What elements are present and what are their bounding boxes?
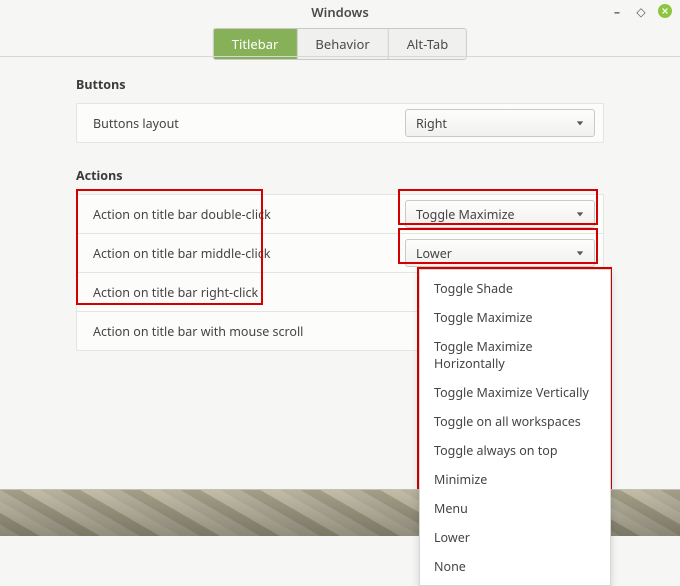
maximize-icon[interactable]: ◇ [634, 4, 648, 18]
combo-buttons-layout-value: Right [416, 115, 447, 132]
dropdown-option[interactable]: Toggle Maximize Vertically [420, 378, 610, 407]
label-action-mouse-scroll: Action on title bar with mouse scroll [77, 323, 405, 340]
dropdown-option[interactable]: Minimize [420, 465, 610, 494]
dropdown-option[interactable]: Toggle always on top [420, 436, 610, 465]
window-title: Windows [311, 3, 368, 21]
section-title-buttons: Buttons [76, 76, 604, 93]
combo-action-double-click-value: Toggle Maximize [416, 206, 515, 223]
tab-titlebar[interactable]: Titlebar [214, 29, 298, 59]
dropdown-popup-action-right-click: Toggle Shade Toggle Maximize Toggle Maxi… [419, 269, 611, 586]
row-buttons-layout: Buttons layout Right [77, 104, 603, 142]
chevron-down-icon [576, 210, 584, 218]
chevron-down-icon [576, 249, 584, 257]
dropdown-option[interactable]: Toggle Maximize [420, 303, 610, 332]
dropdown-option[interactable]: Toggle Shade [420, 274, 610, 303]
minimize-icon[interactable]: – [610, 4, 624, 18]
close-icon[interactable] [658, 4, 672, 18]
tab-behavior[interactable]: Behavior [297, 29, 388, 59]
combo-action-middle-click[interactable]: Lower [405, 239, 595, 267]
label-action-middle-click: Action on title bar middle-click [77, 245, 405, 262]
dropdown-option[interactable]: None [420, 552, 610, 581]
buttons-table: Buttons layout Right [76, 103, 604, 143]
window-controls: – ◇ [610, 4, 672, 18]
dropdown-option[interactable]: Toggle Maximize Horizontally [420, 332, 610, 378]
label-action-right-click: Action on title bar right-click [77, 284, 405, 301]
combo-action-double-click[interactable]: Toggle Maximize [405, 200, 595, 228]
row-action-double-click: Action on title bar double-click Toggle … [77, 195, 603, 234]
tab-alttab[interactable]: Alt-Tab [389, 29, 467, 59]
chevron-down-icon [576, 119, 584, 127]
label-action-double-click: Action on title bar double-click [77, 206, 405, 223]
combo-action-middle-click-value: Lower [416, 245, 452, 262]
dropdown-option[interactable]: Lower [420, 523, 610, 552]
tab-underline [0, 56, 680, 57]
dropdown-option[interactable]: Toggle on all workspaces [420, 407, 610, 436]
dropdown-option[interactable]: Menu [420, 494, 610, 523]
row-action-middle-click: Action on title bar middle-click Lower [77, 234, 603, 273]
window-titlebar: Windows – ◇ [0, 0, 680, 24]
combo-buttons-layout[interactable]: Right [405, 109, 595, 137]
section-title-actions: Actions [76, 167, 604, 184]
label-buttons-layout: Buttons layout [77, 115, 405, 132]
